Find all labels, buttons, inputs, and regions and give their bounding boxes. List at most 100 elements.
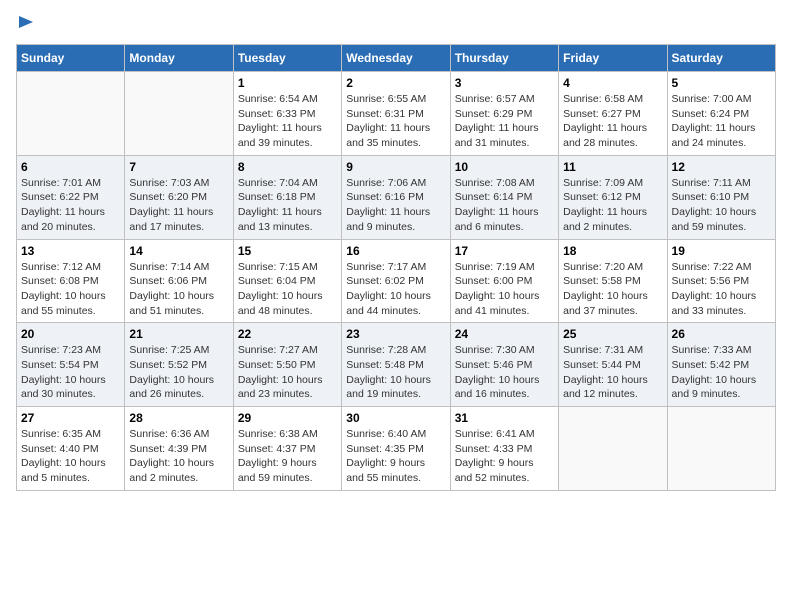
day-info: Sunrise: 7:12 AM Sunset: 6:08 PM Dayligh…	[21, 260, 120, 319]
calendar-cell: 13 Sunrise: 7:12 AM Sunset: 6:08 PM Dayli…	[17, 239, 125, 323]
day-info: Sunrise: 6:41 AM Sunset: 4:33 PM Dayligh…	[455, 427, 554, 486]
calendar-cell: 20 Sunrise: 7:23 AM Sunset: 5:54 PM Dayli…	[17, 323, 125, 407]
calendar-day-header: Wednesday	[342, 45, 450, 72]
day-number: 5	[672, 76, 771, 90]
day-info: Sunrise: 6:54 AM Sunset: 6:33 PM Dayligh…	[238, 92, 337, 151]
day-info: Sunrise: 6:35 AM Sunset: 4:40 PM Dayligh…	[21, 427, 120, 486]
calendar-day-header: Friday	[559, 45, 667, 72]
day-number: 1	[238, 76, 337, 90]
calendar-cell: 24 Sunrise: 7:30 AM Sunset: 5:46 PM Dayli…	[450, 323, 558, 407]
calendar-cell: 30 Sunrise: 6:40 AM Sunset: 4:35 PM Dayli…	[342, 407, 450, 491]
day-number: 2	[346, 76, 445, 90]
day-number: 13	[21, 244, 120, 258]
day-info: Sunrise: 6:38 AM Sunset: 4:37 PM Dayligh…	[238, 427, 337, 486]
calendar-cell: 10 Sunrise: 7:08 AM Sunset: 6:14 PM Dayli…	[450, 155, 558, 239]
calendar-cell: 1 Sunrise: 6:54 AM Sunset: 6:33 PM Daylig…	[233, 72, 341, 156]
day-number: 19	[672, 244, 771, 258]
day-number: 29	[238, 411, 337, 425]
calendar-day-header: Saturday	[667, 45, 775, 72]
calendar-day-header: Monday	[125, 45, 233, 72]
calendar-cell: 12 Sunrise: 7:11 AM Sunset: 6:10 PM Dayli…	[667, 155, 775, 239]
day-number: 18	[563, 244, 662, 258]
day-info: Sunrise: 7:04 AM Sunset: 6:18 PM Dayligh…	[238, 176, 337, 235]
day-info: Sunrise: 7:09 AM Sunset: 6:12 PM Dayligh…	[563, 176, 662, 235]
day-number: 6	[21, 160, 120, 174]
calendar-cell: 26 Sunrise: 7:33 AM Sunset: 5:42 PM Dayli…	[667, 323, 775, 407]
day-number: 24	[455, 327, 554, 341]
day-number: 17	[455, 244, 554, 258]
day-number: 31	[455, 411, 554, 425]
day-info: Sunrise: 7:28 AM Sunset: 5:48 PM Dayligh…	[346, 343, 445, 402]
calendar-cell: 16 Sunrise: 7:17 AM Sunset: 6:02 PM Dayli…	[342, 239, 450, 323]
day-info: Sunrise: 7:03 AM Sunset: 6:20 PM Dayligh…	[129, 176, 228, 235]
day-number: 16	[346, 244, 445, 258]
calendar-cell	[559, 407, 667, 491]
day-info: Sunrise: 7:31 AM Sunset: 5:44 PM Dayligh…	[563, 343, 662, 402]
page-header	[16, 16, 776, 32]
day-number: 20	[21, 327, 120, 341]
calendar-header-row: SundayMondayTuesdayWednesdayThursdayFrid…	[17, 45, 776, 72]
calendar-cell: 27 Sunrise: 6:35 AM Sunset: 4:40 PM Dayli…	[17, 407, 125, 491]
day-number: 21	[129, 327, 228, 341]
day-info: Sunrise: 7:23 AM Sunset: 5:54 PM Dayligh…	[21, 343, 120, 402]
calendar-week-row: 13 Sunrise: 7:12 AM Sunset: 6:08 PM Dayli…	[17, 239, 776, 323]
calendar-cell	[125, 72, 233, 156]
day-info: Sunrise: 7:11 AM Sunset: 6:10 PM Dayligh…	[672, 176, 771, 235]
calendar-cell: 18 Sunrise: 7:20 AM Sunset: 5:58 PM Dayli…	[559, 239, 667, 323]
calendar-cell: 29 Sunrise: 6:38 AM Sunset: 4:37 PM Dayli…	[233, 407, 341, 491]
day-info: Sunrise: 7:06 AM Sunset: 6:16 PM Dayligh…	[346, 176, 445, 235]
day-number: 7	[129, 160, 228, 174]
day-number: 28	[129, 411, 228, 425]
calendar-week-row: 27 Sunrise: 6:35 AM Sunset: 4:40 PM Dayli…	[17, 407, 776, 491]
calendar-cell: 8 Sunrise: 7:04 AM Sunset: 6:18 PM Daylig…	[233, 155, 341, 239]
day-number: 10	[455, 160, 554, 174]
day-info: Sunrise: 7:01 AM Sunset: 6:22 PM Dayligh…	[21, 176, 120, 235]
day-info: Sunrise: 7:08 AM Sunset: 6:14 PM Dayligh…	[455, 176, 554, 235]
day-number: 8	[238, 160, 337, 174]
calendar-cell: 7 Sunrise: 7:03 AM Sunset: 6:20 PM Daylig…	[125, 155, 233, 239]
calendar-cell: 11 Sunrise: 7:09 AM Sunset: 6:12 PM Dayli…	[559, 155, 667, 239]
day-info: Sunrise: 7:14 AM Sunset: 6:06 PM Dayligh…	[129, 260, 228, 319]
day-info: Sunrise: 7:30 AM Sunset: 5:46 PM Dayligh…	[455, 343, 554, 402]
day-info: Sunrise: 6:58 AM Sunset: 6:27 PM Dayligh…	[563, 92, 662, 151]
day-number: 22	[238, 327, 337, 341]
logo	[16, 16, 35, 32]
day-number: 25	[563, 327, 662, 341]
logo-flag-icon	[17, 14, 35, 32]
day-info: Sunrise: 7:25 AM Sunset: 5:52 PM Dayligh…	[129, 343, 228, 402]
day-number: 26	[672, 327, 771, 341]
day-info: Sunrise: 6:57 AM Sunset: 6:29 PM Dayligh…	[455, 92, 554, 151]
day-info: Sunrise: 6:40 AM Sunset: 4:35 PM Dayligh…	[346, 427, 445, 486]
calendar-cell: 6 Sunrise: 7:01 AM Sunset: 6:22 PM Daylig…	[17, 155, 125, 239]
calendar-cell: 28Sunrise: 6:36 AM Sunset: 4:39 PM Dayli…	[125, 407, 233, 491]
day-info: Sunrise: 7:33 AM Sunset: 5:42 PM Dayligh…	[672, 343, 771, 402]
calendar-cell: 4 Sunrise: 6:58 AM Sunset: 6:27 PM Daylig…	[559, 72, 667, 156]
calendar-cell	[667, 407, 775, 491]
day-info: Sunrise: 7:00 AM Sunset: 6:24 PM Dayligh…	[672, 92, 771, 151]
calendar-cell: 2 Sunrise: 6:55 AM Sunset: 6:31 PM Daylig…	[342, 72, 450, 156]
calendar-week-row: 6 Sunrise: 7:01 AM Sunset: 6:22 PM Daylig…	[17, 155, 776, 239]
calendar-cell	[17, 72, 125, 156]
day-number: 14	[129, 244, 228, 258]
day-info: Sunrise: 7:19 AM Sunset: 6:00 PM Dayligh…	[455, 260, 554, 319]
calendar-cell: 9Sunrise: 7:06 AM Sunset: 6:16 PM Daylig…	[342, 155, 450, 239]
calendar-cell: 23Sunrise: 7:28 AM Sunset: 5:48 PM Dayli…	[342, 323, 450, 407]
day-number: 11	[563, 160, 662, 174]
day-number: 12	[672, 160, 771, 174]
day-number: 4	[563, 76, 662, 90]
calendar-cell: 3Sunrise: 6:57 AM Sunset: 6:29 PM Daylig…	[450, 72, 558, 156]
day-info: Sunrise: 7:17 AM Sunset: 6:02 PM Dayligh…	[346, 260, 445, 319]
calendar-week-row: 20 Sunrise: 7:23 AM Sunset: 5:54 PM Dayli…	[17, 323, 776, 407]
day-number: 27	[21, 411, 120, 425]
calendar-cell: 19 Sunrise: 7:22 AM Sunset: 5:56 PM Dayli…	[667, 239, 775, 323]
calendar-day-header: Sunday	[17, 45, 125, 72]
day-number: 15	[238, 244, 337, 258]
day-info: Sunrise: 7:20 AM Sunset: 5:58 PM Dayligh…	[563, 260, 662, 319]
day-number: 30	[346, 411, 445, 425]
day-info: Sunrise: 7:22 AM Sunset: 5:56 PM Dayligh…	[672, 260, 771, 319]
calendar-day-header: Thursday	[450, 45, 558, 72]
calendar-table: SundayMondayTuesdayWednesdayThursdayFrid…	[16, 44, 776, 491]
day-info: Sunrise: 6:55 AM Sunset: 6:31 PM Dayligh…	[346, 92, 445, 151]
calendar-cell: 15Sunrise: 7:15 AM Sunset: 6:04 PM Dayli…	[233, 239, 341, 323]
calendar-week-row: 1 Sunrise: 6:54 AM Sunset: 6:33 PM Daylig…	[17, 72, 776, 156]
